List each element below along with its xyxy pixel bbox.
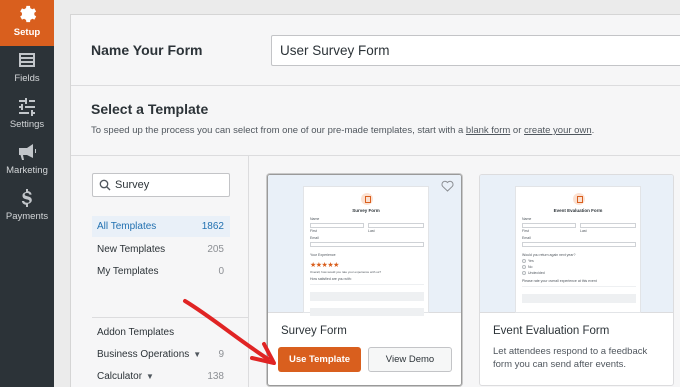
description-text: . [591,125,595,136]
megaphone-icon [0,142,54,164]
sidebar-item-settings[interactable]: Settings [0,92,54,138]
chevron-down-icon: ▼ [146,372,154,381]
sidebar-item-label: Setup [13,27,41,38]
preview-grid-row [310,308,424,316]
template-card-survey-form[interactable]: Survey Form Name First Last Email Your E… [267,174,462,386]
preview-label: Undecided [528,271,545,275]
template-search-input[interactable] [115,176,225,194]
preview-radio [522,265,526,269]
template-section-description: To speed up the process you can select f… [91,125,594,136]
preview-grid-row [522,286,636,294]
template-card-title: Event Evaluation Form [493,325,610,337]
preview-radio [522,259,526,263]
category-count: 1862 [201,221,224,232]
sidebar-item-payments[interactable]: Payments [0,184,54,230]
form-name-row: Name Your Form [71,15,680,86]
sidebar-item-label: Payments [5,211,49,222]
preview-input [368,223,424,228]
category-label: Business Operations [97,349,190,361]
category-count: 0 [218,266,224,277]
preview-label: No [528,265,533,269]
preview-label: Your Experience [310,253,336,257]
view-demo-button[interactable]: View Demo [368,347,452,372]
preview-label: Would you return again next year? [522,253,576,257]
category-count: 205 [207,244,224,255]
category-label: Addon Templates [97,327,175,338]
preview-title: Event Evaluation Form [553,208,603,213]
use-template-button[interactable]: Use Template [278,347,361,372]
preview-label: Name [522,217,532,221]
preview-label: Yes [528,259,534,263]
sidebar-item-marketing[interactable]: Marketing [0,138,54,184]
sidebar-item-label: Settings [9,119,45,130]
preview-label: Last [580,229,587,233]
category-label: My Templates [97,266,159,277]
template-header: Select a Template To speed up the proces… [91,101,594,136]
preview-label: Last [368,229,375,233]
fields-icon [0,50,54,72]
preview-grid-row [310,300,424,308]
template-section-title: Select a Template [91,101,209,117]
sidebar-item-label: Fields [14,73,40,84]
preview-grid-row [522,294,636,302]
preview-title: Survey Form [352,208,380,213]
preview-input [310,223,364,228]
preview-input [580,223,636,228]
preview-input [310,242,424,247]
preview-label: How satisfied are you with: [310,277,352,281]
sidebar-item-setup[interactable]: Setup [0,0,54,46]
template-search[interactable] [92,173,230,197]
preview-label: First [310,229,317,233]
preview-input [522,223,576,228]
form-icon [361,193,373,205]
preview-grid-row [310,284,424,292]
preview-label: Email [522,236,531,240]
preview-radio [522,271,526,275]
category-label: New Templates [97,244,166,255]
category-all-templates[interactable]: All Templates 1862 [92,216,230,237]
form-name-label: Name Your Form [91,42,203,58]
search-icon [99,179,111,191]
gear-icon [0,4,54,26]
annotation-arrow [183,299,276,365]
description-text: To speed up the process you can select f… [91,125,466,136]
form-setup-window: Name Your Form Select a Template To spee… [70,14,680,387]
preview-label: Name [310,217,320,221]
template-preview: Survey Form Name First Last Email Your E… [268,175,461,316]
category-new-templates[interactable]: New Templates 205 [92,239,230,260]
preview-input [522,242,636,247]
preview-label: Please rate your overall experience at t… [522,279,597,283]
heart-icon[interactable] [441,180,454,192]
admin-sidebar: Setup Fields Settings Marketing Payments [0,0,54,387]
create-your-own-link[interactable]: create your own [524,125,592,136]
preview-label: First [522,229,529,233]
preview-grid-row [522,302,636,310]
form-name-input[interactable] [271,35,680,66]
blank-form-link[interactable]: blank form [466,125,510,136]
category-my-templates[interactable]: My Templates 0 [92,261,230,282]
description-text: or [510,125,525,136]
sidebar-item-label: Marketing [6,165,48,176]
sidebar-item-fields[interactable]: Fields [0,46,54,92]
preview-label: Overall, how would you rate your experie… [310,270,382,274]
template-card-description: Let attendees respond to a feedback form… [493,346,648,370]
form-icon [573,193,585,205]
template-card-title: Survey Form [281,325,347,337]
preview-grid-row [310,292,424,300]
star-rating: ★★★★★ [310,262,339,269]
template-preview: Event Evaluation Form Name First Last Em… [480,175,673,313]
sliders-icon [0,96,54,118]
template-card-event-evaluation-form[interactable]: Event Evaluation Form Name First Last Em… [479,174,674,386]
category-label: Calculator [97,371,143,383]
form-preview-document: Survey Form Name First Last Email Your E… [303,186,429,316]
dollar-icon [0,188,54,210]
form-preview-document: Event Evaluation Form Name First Last Em… [515,186,641,313]
preview-label: Email [310,236,319,240]
category-label: All Templates [97,221,157,232]
